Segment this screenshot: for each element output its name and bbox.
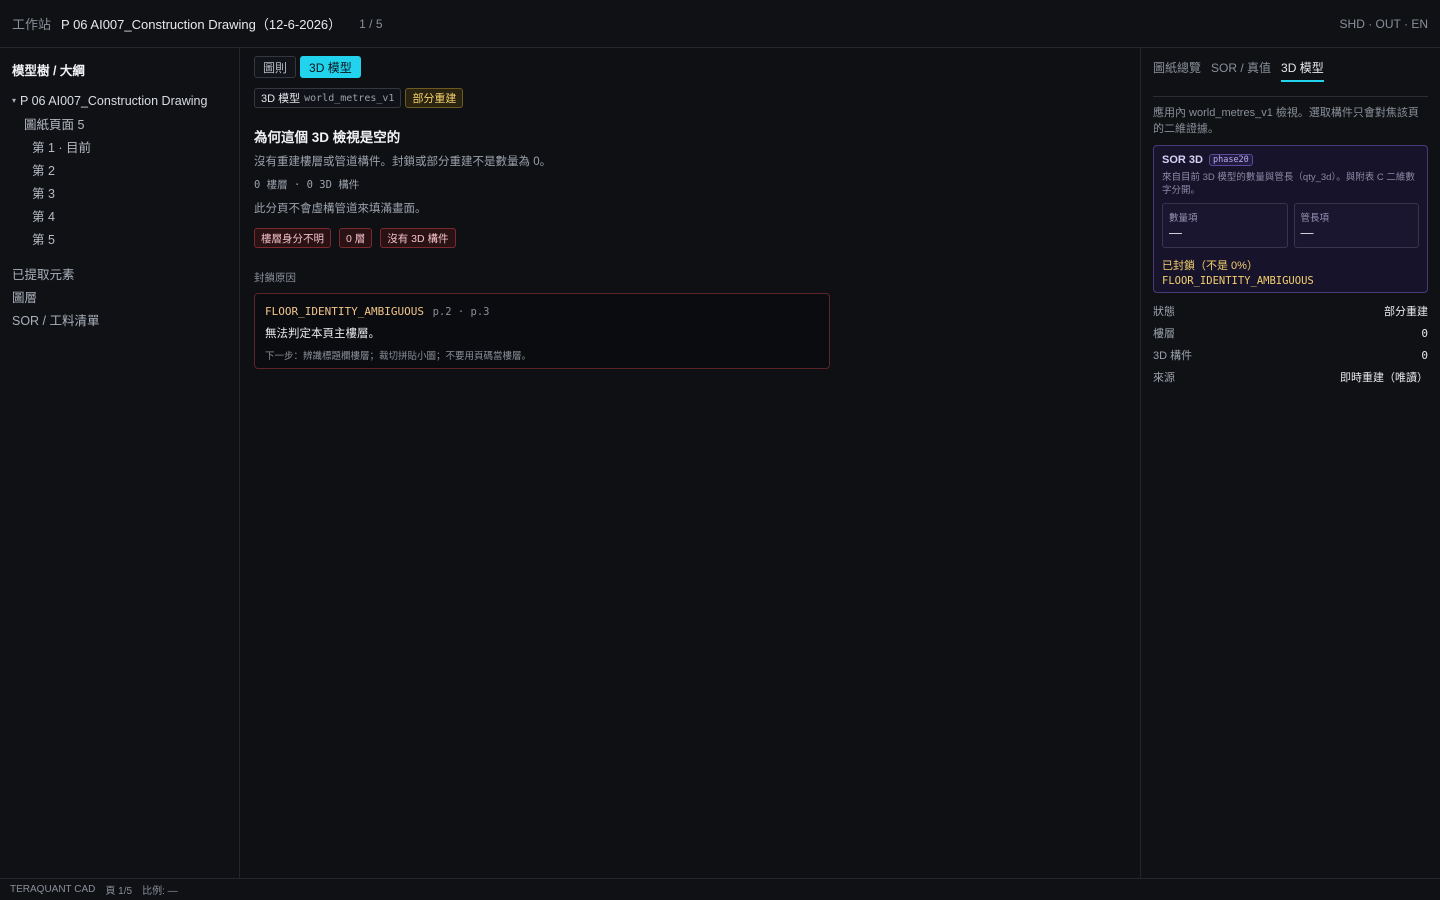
main-panel: 圖則 3D 模型 3D 模型 world_metres_v1 部分重建 為何這個… [240,48,1140,878]
caret-down-icon[interactable]: ▾ [12,96,16,105]
chip-no-3d-parts: 沒有 3D 構件 [380,228,456,248]
sor-card-header: SOR 3D phase20 [1162,154,1419,166]
right-tabs: 圖紙總覽 SOR / 真值 3D 模型 [1153,58,1428,97]
block-reason-next-step: 下一步：辨識標題欄樓層；裁切拼貼小圖；不要用頁碼當樓層。 [265,351,532,362]
document-title: P 06 AI007_Construction Drawing（12-6-202… [61,17,342,32]
tree-root-label: P 06 AI007_Construction Drawing [20,93,208,108]
tab-drawing-overview[interactable]: 圖紙總覽 [1153,59,1201,80]
empty-view-description: 沒有重建樓層或管道構件。封鎖或部分重建不是數量為 0。 [254,156,552,168]
prop-floors-value: 0 [1421,326,1428,340]
block-reason-label: 封鎖原因 [254,272,296,284]
tree-page-3[interactable]: 第 3 [12,181,227,204]
prop-3d-parts-value: 0 [1421,348,1428,362]
tree-page-4[interactable]: 第 4 [12,204,227,227]
sor-length-value: — [1300,225,1314,240]
prop-status-value: 部分重建 [1384,306,1428,318]
chip-floor-unknown: 樓層身分不明 [254,228,331,248]
prop-source-value: 即時重建（唯讀） [1340,372,1428,384]
top-bar: 工作站 P 06 AI007_Construction Drawing（12-6… [0,0,1440,48]
block-reason-pages[interactable]: p.2 · p.3 [433,306,490,318]
model-badge-label: 3D 模型 [261,93,301,105]
status-chips: 樓層身分不明 0 層 沒有 3D 構件 [254,228,1126,248]
sor-metrics: 數量項 — 管長項 — [1162,203,1419,248]
mode-flags[interactable]: SHD · OUT · EN [1340,17,1428,31]
model-properties: 狀態 部分重建 樓層 0 3D 構件 0 來源 即時重建（唯讀） [1153,300,1428,388]
sidebar-item-extracted[interactable]: 已提取元素 [12,262,227,285]
block-reason-code: FLOOR_IDENTITY_AMBIGUOUS [265,305,424,318]
chip-zero-floors: 0 層 [339,228,373,248]
sor-qty-value: — [1169,225,1182,240]
model-badge-code: world_metres_v1 [304,92,395,104]
sidebar-sections: 已提取元素 圖層 SOR / 工料清單 [12,262,227,331]
sidebar-item-sor[interactable]: SOR / 工料清單 [12,308,227,331]
tree-page-5[interactable]: 第 5 [12,227,227,250]
left-sidebar: 模型樹 / 大綱 ▾ P 06 AI007_Construction Drawi… [0,48,240,878]
status-bar: TERAQUANT CAD 頁 1/5 比例: — [0,878,1440,900]
tree-root[interactable]: ▾ P 06 AI007_Construction Drawing [12,89,227,112]
sor-qty-label: 數量項 [1169,213,1198,224]
prop-status-key: 狀態 [1153,306,1175,318]
prop-source: 來源 即時重建（唯讀） [1153,366,1428,388]
tree-pages-group[interactable]: 圖紙頁面 5 [12,112,227,135]
footer-app-name: TERAQUANT CAD [10,884,96,895]
right-panel: 圖紙總覽 SOR / 真值 3D 模型 應用內 world_metres_v1 … [1140,48,1440,878]
tree-page-2[interactable]: 第 2 [12,158,227,181]
prop-source-key: 來源 [1153,372,1175,384]
prop-status: 狀態 部分重建 [1153,300,1428,322]
prop-3d-parts: 3D 構件 0 [1153,344,1428,366]
block-reason-message: 無法判定本頁主樓層。 [265,328,380,340]
empty-view-heading: 為何這個 3D 檢視是空的 [254,130,401,145]
sor-card-title: SOR 3D [1162,154,1203,166]
sor-qty-box: 數量項 — [1162,203,1288,248]
sor-card-subtitle: 來自目前 3D 模型的數量與管長（qty_3d）。與附表 C 二維數字分開。 [1162,172,1415,196]
sor-length-label: 管長項 [1300,213,1330,224]
sor-blocked-status: 已封鎖（不是 0%） [1162,260,1258,272]
tab-3d-model[interactable]: 3D 模型 [300,56,361,78]
prop-3d-parts-key: 3D 構件 [1153,350,1193,362]
view-tabs: 圖則 3D 模型 [254,56,1126,78]
tab-sor-truth[interactable]: SOR / 真值 [1211,59,1271,80]
model-badge: 3D 模型 world_metres_v1 [254,88,402,108]
tab-drawing[interactable]: 圖則 [254,56,297,78]
footer-scale: 比例: — [142,886,178,897]
tree-page-1[interactable]: 第 1 · 目前 [12,135,227,158]
sor-3d-card: SOR 3D phase20 來自目前 3D 模型的數量與管長（qty_3d）。… [1153,145,1428,293]
sor-blocked-code: FLOOR_IDENTITY_AMBIGUOUS [1162,275,1314,287]
prop-floors-key: 樓層 [1153,328,1175,340]
model-badges: 3D 模型 world_metres_v1 部分重建 [254,88,1126,108]
page-indicator: 1 / 5 [359,16,383,31]
footer-page: 頁 1/5 [105,886,133,897]
sor-length-box: 管長項 — [1293,203,1419,248]
prop-floors: 樓層 0 [1153,322,1428,344]
sidebar-item-layers[interactable]: 圖層 [12,285,227,308]
block-reason-code-line: FLOOR_IDENTITY_AMBIGUOUS p.2 · p.3 [265,305,819,318]
sidebar-title: 模型樹 / 大綱 [12,64,85,78]
empty-view-stats: 0 樓層 · 0 3D 構件 [254,179,360,191]
sor-phase-tag: phase20 [1208,154,1253,166]
workspace-label[interactable]: 工作站 [12,14,51,33]
block-reason-card: FLOOR_IDENTITY_AMBIGUOUS p.2 · p.3 無法判定本… [254,293,830,369]
status-badge: 部分重建 [405,88,464,108]
panel-intro: 應用內 world_metres_v1 檢視。選取構件只會對焦該頁的二維證據。 [1153,107,1419,135]
tab-right-3d-model[interactable]: 3D 模型 [1281,59,1324,82]
empty-view-note: 此分頁不會虛構管道來填滿畫面。 [254,203,427,215]
